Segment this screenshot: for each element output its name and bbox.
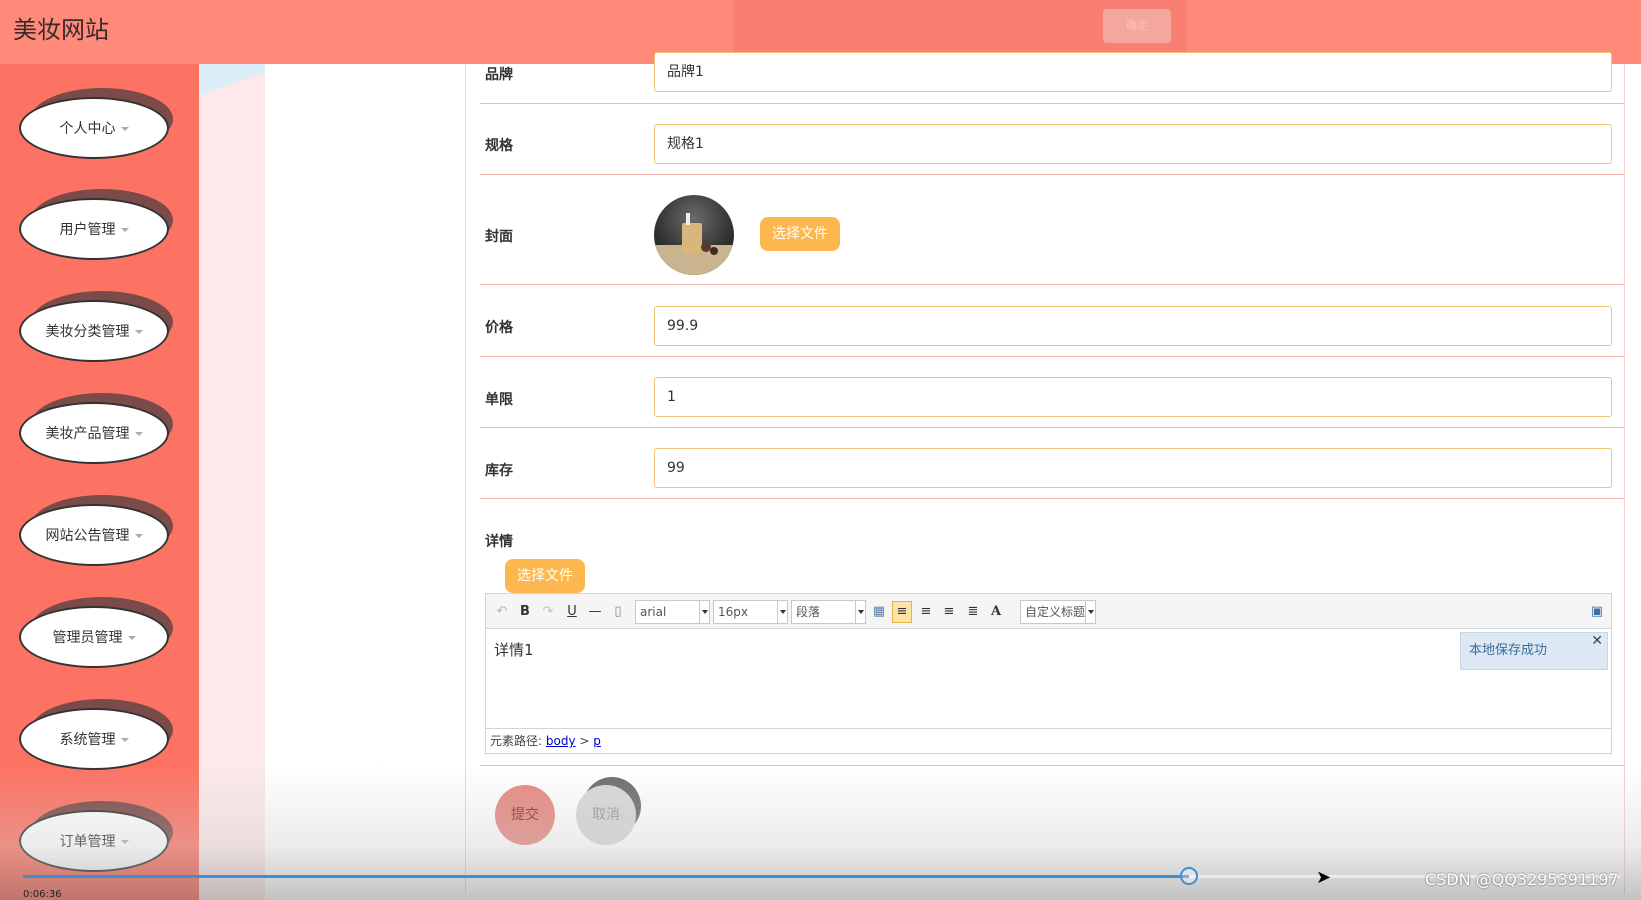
row-divider xyxy=(480,103,1625,104)
submit-button[interactable]: 提交 xyxy=(495,785,555,845)
video-progress-bar[interactable] xyxy=(23,867,1620,885)
custom-heading-select[interactable]: 自定义标题 xyxy=(1020,600,1096,624)
detail-choose-file-button[interactable]: 选择文件 xyxy=(505,559,585,593)
paragraph-value: 段落 xyxy=(796,605,821,619)
row-divider xyxy=(480,284,1625,285)
rich-text-editor[interactable]: ↶ B ↷ U — ▯ arial 16px 段落 ▦ ≡ ≡ ≡ ≣ A 自定… xyxy=(485,593,1612,754)
chevron-down-icon xyxy=(777,601,787,623)
sidebar-item-label: 管理员管理 xyxy=(52,630,123,646)
font-family-value: arial xyxy=(640,605,667,619)
sidebar-item-label: 个人中心 xyxy=(59,121,116,137)
align-left-icon[interactable]: ≡ xyxy=(892,601,912,623)
price-label: 价格 xyxy=(485,320,513,336)
limit-label: 单限 xyxy=(485,392,513,408)
spec-input[interactable]: 规格1 xyxy=(654,124,1612,164)
editor-toolbar: ↶ B ↷ U — ▯ arial 16px 段落 ▦ ≡ ≡ ≡ ≣ A 自定… xyxy=(486,594,1611,629)
header-faded-button[interactable]: 确定 xyxy=(1103,9,1171,43)
sidebar-item-system-management[interactable]: 系统管理 xyxy=(19,699,174,771)
sidebar-item-notice-management[interactable]: 网站公告管理 xyxy=(19,495,174,567)
redo-icon[interactable]: ↷ xyxy=(538,602,558,622)
sidebar-item-label: 用户管理 xyxy=(59,222,116,238)
path-link-p[interactable]: p xyxy=(593,734,601,748)
row-divider xyxy=(480,498,1625,499)
detail-label: 详情 xyxy=(485,534,513,550)
brand-label: 品牌 xyxy=(485,67,513,83)
sidebar-item-personal-center[interactable]: 个人中心 xyxy=(19,88,174,160)
row-divider xyxy=(480,427,1625,428)
sidebar-item-admin-management[interactable]: 管理员管理 xyxy=(19,597,174,669)
row-divider xyxy=(480,765,1625,766)
font-size-value: 16px xyxy=(718,605,748,619)
site-title: 美妆网站 xyxy=(13,16,109,44)
font-family-select[interactable]: arial xyxy=(635,600,710,624)
video-progress-fill xyxy=(23,875,1189,878)
video-progress-handle[interactable] xyxy=(1179,867,1198,885)
row-divider xyxy=(480,174,1625,175)
sidebar-item-label: 网站公告管理 xyxy=(45,528,130,544)
chevron-down-icon xyxy=(855,601,865,623)
caret-down-icon xyxy=(120,738,129,742)
cover-image xyxy=(654,195,734,275)
gutter-corner xyxy=(199,64,265,104)
video-time: 0:06:36 xyxy=(23,889,62,900)
paragraph-select[interactable]: 段落 xyxy=(791,600,866,624)
path-separator: > xyxy=(579,734,590,748)
content-gutter xyxy=(199,64,265,900)
cover-choose-file-button[interactable]: 选择文件 xyxy=(760,217,840,251)
save-toast: 本地保存成功 ✕ xyxy=(1460,632,1608,670)
caret-down-icon xyxy=(134,534,143,538)
caret-down-icon xyxy=(134,432,143,436)
element-path-bar: 元素路径: body > p xyxy=(486,728,1611,753)
horizontal-rule-icon[interactable]: — xyxy=(585,602,605,622)
undo-icon[interactable]: ↶ xyxy=(492,602,512,622)
align-center-icon[interactable]: ≡ xyxy=(939,602,959,622)
editor-content[interactable]: 详情1 xyxy=(494,639,534,660)
chevron-down-icon xyxy=(699,601,709,623)
toast-message: 本地保存成功 xyxy=(1469,643,1548,658)
preview-icon[interactable]: ▣ xyxy=(1587,602,1607,622)
sidebar-item-label: 订单管理 xyxy=(59,834,116,850)
chevron-down-icon xyxy=(1085,601,1095,623)
caret-down-icon xyxy=(120,228,129,232)
sidebar-item-product-management[interactable]: 美妆产品管理 xyxy=(19,393,174,465)
cancel-button[interactable]: 取消 xyxy=(576,785,636,845)
mouse-cursor-icon: ➤ xyxy=(1316,867,1332,888)
table-icon[interactable]: ▦ xyxy=(869,602,889,622)
caret-down-icon xyxy=(134,330,143,334)
align-right-icon[interactable]: ≡ xyxy=(916,602,936,622)
path-link-body[interactable]: body xyxy=(546,734,576,748)
bold-icon[interactable]: B xyxy=(515,602,535,622)
sidebar-item-label: 系统管理 xyxy=(59,732,116,748)
underline-icon[interactable]: U xyxy=(562,602,582,622)
align-justify-icon[interactable]: ≣ xyxy=(963,602,983,622)
caret-down-icon xyxy=(120,127,129,131)
watermark: CSDN @QQ3295391197 xyxy=(1425,870,1619,889)
sidebar: 个人中心 用户管理 美妆分类管理 美妆产品管理 网站公告管理 管理员管理 系统管… xyxy=(0,64,199,900)
caret-down-icon xyxy=(127,636,136,640)
stock-input[interactable]: 99 xyxy=(654,448,1612,488)
sidebar-item-order-management[interactable]: 订单管理 xyxy=(19,801,174,873)
font-size-select[interactable]: 16px xyxy=(713,600,788,624)
close-icon[interactable]: ✕ xyxy=(1591,631,1603,651)
caret-down-icon xyxy=(120,840,129,844)
sidebar-item-label: 美妆分类管理 xyxy=(45,324,130,340)
font-color-icon[interactable]: A xyxy=(986,602,1006,622)
limit-input[interactable]: 1 xyxy=(654,377,1612,417)
cover-label: 封面 xyxy=(485,229,513,245)
element-path-label: 元素路径: xyxy=(490,734,543,748)
stock-label: 库存 xyxy=(485,463,513,479)
custom-heading-value: 自定义标题 xyxy=(1025,605,1086,619)
sidebar-item-label: 美妆产品管理 xyxy=(45,426,130,442)
sidebar-item-user-management[interactable]: 用户管理 xyxy=(19,189,174,261)
brand-input[interactable]: 品牌1 xyxy=(654,52,1612,92)
row-divider xyxy=(480,356,1625,357)
document-icon[interactable]: ▯ xyxy=(608,602,628,622)
sidebar-item-category-management[interactable]: 美妆分类管理 xyxy=(19,291,174,363)
price-input[interactable]: 99.9 xyxy=(654,306,1612,346)
cover-image-product-icon xyxy=(654,213,734,275)
spec-label: 规格 xyxy=(485,138,513,154)
